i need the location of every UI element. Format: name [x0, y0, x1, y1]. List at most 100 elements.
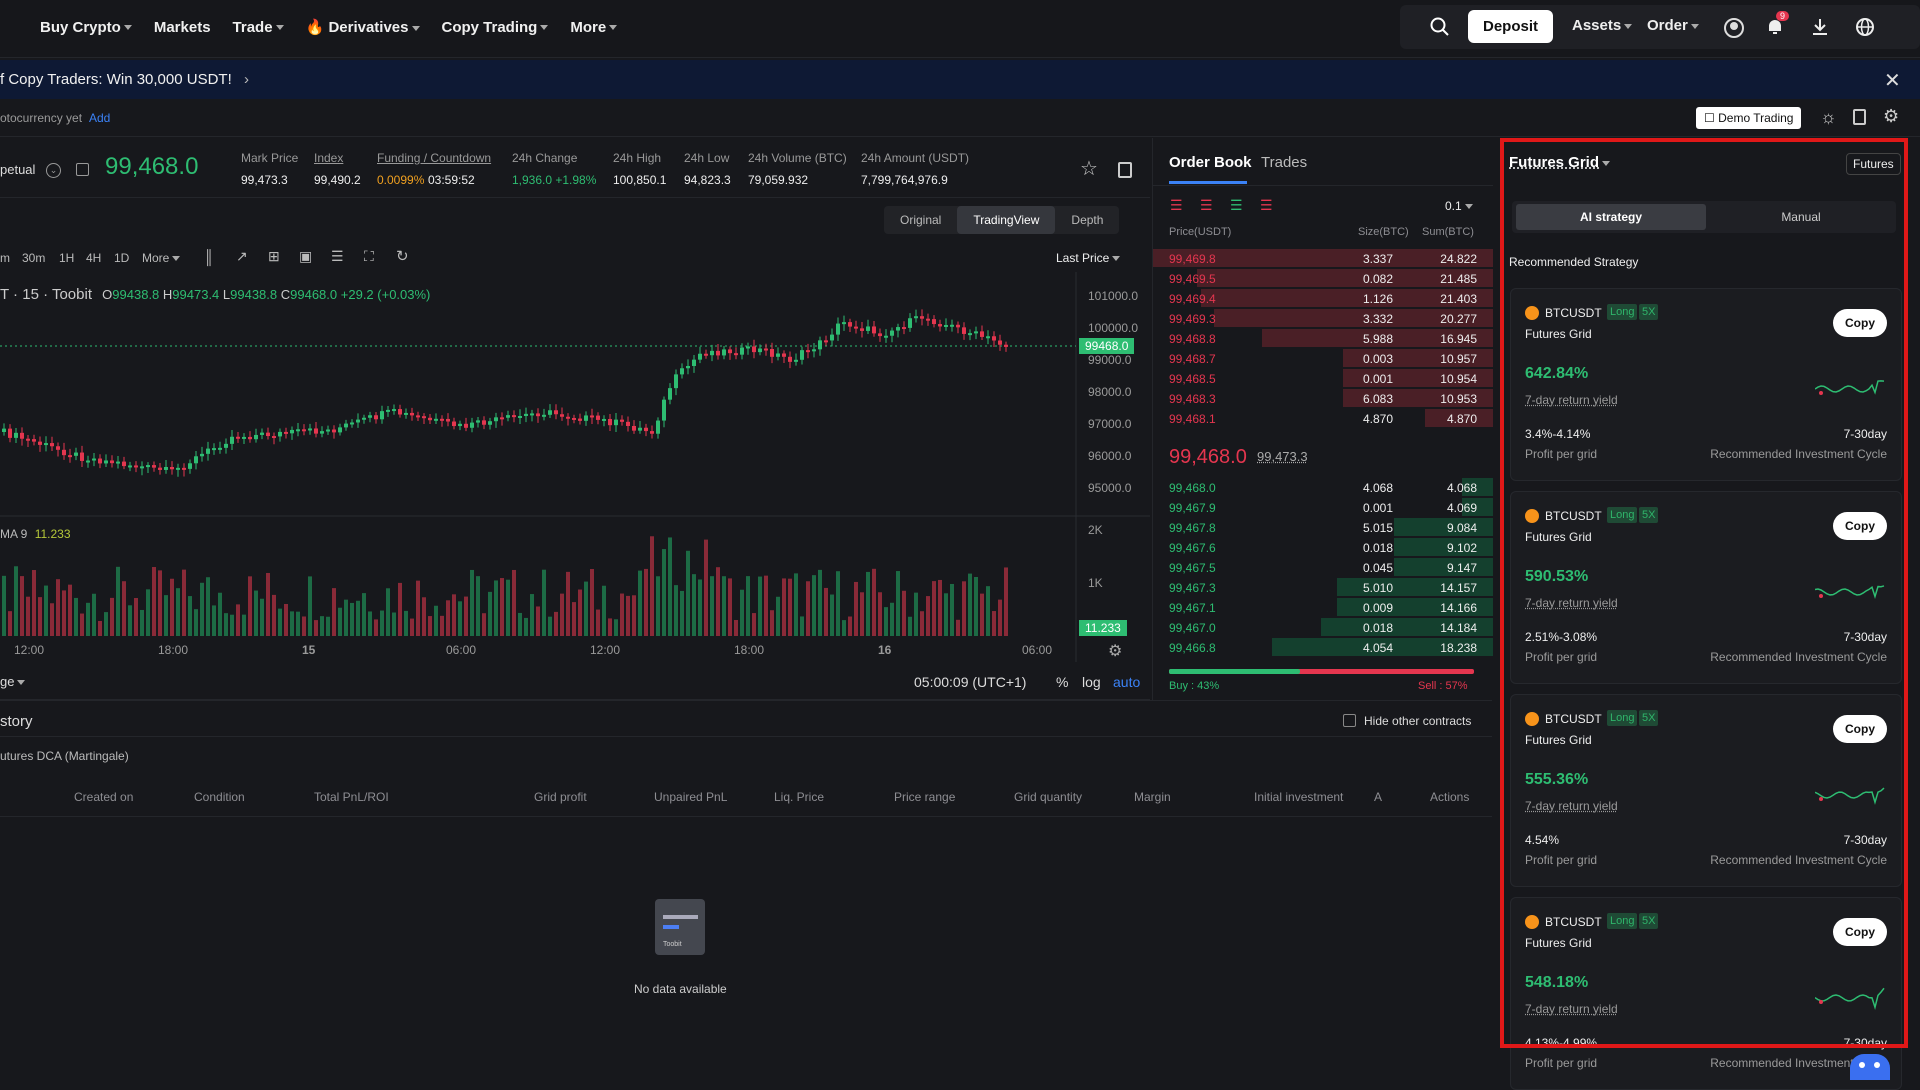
futures-grid-title[interactable]: Futures Grid [1509, 154, 1611, 171]
nav-trade[interactable]: Trade [233, 19, 284, 36]
add-favorite-link[interactable]: Add [89, 111, 110, 125]
return-yield-label[interactable]: 7-day return yield [1525, 799, 1618, 813]
futures-button[interactable]: Futures [1846, 153, 1901, 175]
ask-row[interactable]: 99,469.5 0.082 21.485 [1153, 268, 1493, 288]
demo-trading-button[interactable]: ☐ Demo Trading [1696, 107, 1802, 129]
refresh-icon[interactable]: ↻ [396, 247, 409, 265]
ask-row[interactable]: 99,468.7 0.003 10.957 [1153, 348, 1493, 368]
mid-mark-price[interactable]: 99,473.3 [1257, 449, 1308, 464]
info-icon[interactable] [76, 163, 89, 176]
ask-row[interactable]: 99,469.3 3.332 20.277 [1153, 308, 1493, 328]
percent-toggle[interactable]: % [1056, 674, 1068, 690]
tab-ai-strategy[interactable]: AI strategy [1516, 204, 1706, 230]
tab-original[interactable]: Original [884, 206, 957, 234]
promo-banner[interactable]: f Copy Traders: Win 30,000 USDT! › ✕ [0, 60, 1920, 99]
theme-icon[interactable]: ☼ [1820, 107, 1837, 128]
camera-icon[interactable]: ▣ [299, 248, 312, 265]
candlestick-chart[interactable]: 101000.0 100000.0 99000.0 98000.0 97000.0 960… [0, 272, 1150, 662]
star-icon[interactable]: ☆ [1080, 156, 1098, 181]
bid-row[interactable]: 99,467.0 0.018 14.184 [1153, 617, 1493, 637]
book-both-icon[interactable]: ☰ [1170, 197, 1183, 214]
book-asks-icon[interactable]: ☰ [1200, 197, 1213, 214]
deposit-button[interactable]: Deposit [1468, 10, 1554, 43]
symbol-name[interactable]: petual [0, 162, 35, 177]
funding-label[interactable]: Funding / Countdown [377, 151, 491, 165]
list-icon[interactable]: ☰ [331, 248, 344, 265]
interval-m[interactable]: m [0, 251, 10, 265]
return-yield-label[interactable]: 7-day return yield [1525, 393, 1618, 407]
globe-icon[interactable] [1855, 17, 1875, 37]
banner-text[interactable]: f Copy Traders: Win 30,000 USDT! › [0, 71, 249, 88]
search-icon[interactable] [1430, 17, 1450, 37]
close-icon[interactable]: ✕ [1884, 68, 1901, 93]
bid-row[interactable]: 99,468.0 4.068 4.068 [1153, 477, 1493, 497]
ask-row[interactable]: 99,468.3 6.083 10.953 [1153, 388, 1493, 408]
fullscreen-icon[interactable]: ⛶ [364, 248, 374, 265]
return-yield-label[interactable]: 7-day return yield [1525, 1002, 1618, 1016]
download-icon[interactable] [1811, 18, 1829, 36]
indicator-icon[interactable]: ↗ [236, 248, 248, 265]
interval-30m[interactable]: 30m [22, 251, 45, 265]
sub-tab-dca[interactable]: utures DCA (Martingale) [0, 749, 129, 763]
settings-icon[interactable]: ⚙ [1883, 106, 1899, 127]
candle-type-icon[interactable]: ║ [204, 249, 214, 265]
bid-row[interactable]: 99,467.8 5.015 9.084 [1153, 517, 1493, 537]
copy-button[interactable]: Copy [1833, 918, 1887, 946]
chart-settings-icon[interactable]: ⚙ [1108, 641, 1122, 661]
log-toggle[interactable]: log [1082, 674, 1101, 690]
bid-row[interactable]: 99,467.9 0.001 4.069 [1153, 497, 1493, 517]
bid-row[interactable]: 99,467.5 0.045 9.147 [1153, 557, 1493, 577]
copy-button[interactable]: Copy [1833, 512, 1887, 540]
nav-markets[interactable]: Markets [154, 19, 211, 36]
order-menu[interactable]: Order [1647, 17, 1699, 34]
bid-row[interactable]: 99,467.6 0.018 9.102 [1153, 537, 1493, 557]
ask-row[interactable]: 99,468.5 0.001 10.954 [1153, 368, 1493, 388]
tab-order-book[interactable]: Order Book [1169, 154, 1252, 171]
bid-row[interactable]: 99,467.3 5.010 14.157 [1153, 577, 1493, 597]
nav-copy-trading[interactable]: Copy Trading [442, 19, 549, 36]
interval-more[interactable]: More [142, 251, 181, 265]
ask-row[interactable]: 99,469.8 3.337 24.822 [1153, 248, 1493, 268]
hide-contracts-label[interactable]: Hide other contracts [1364, 714, 1471, 728]
strategy-card[interactable]: BTCUSDT Long 5X Futures Grid Copy 590.53% 7-da… [1510, 491, 1902, 684]
bell-icon[interactable]: 9 [1766, 11, 1790, 36]
book-bids-icon[interactable]: ☰ [1230, 197, 1243, 214]
nav-more[interactable]: More [570, 19, 618, 36]
copy-button[interactable]: Copy [1833, 715, 1887, 743]
nav-derivatives[interactable]: 🔥 Derivatives [306, 18, 420, 36]
book-depth-icon[interactable]: ☰ [1260, 197, 1273, 214]
bid-row[interactable]: 99,466.8 4.054 18.238 [1153, 637, 1493, 657]
tab-trades[interactable]: Trades [1261, 154, 1307, 171]
precision-select[interactable]: 0.1 [1445, 199, 1473, 213]
copy-button[interactable]: Copy [1833, 309, 1887, 337]
bid-row[interactable]: 99,467.1 0.009 14.166 [1153, 597, 1493, 617]
last-price-select[interactable]: Last Price [1056, 251, 1121, 265]
auto-toggle[interactable]: auto [1113, 674, 1140, 690]
strategy-card[interactable]: BTCUSDT Long 5X Futures Grid Copy 548.18% 7-da… [1510, 897, 1902, 1090]
strategy-card[interactable]: BTCUSDT Long 5X Futures Grid Copy 555.36% 7-da… [1510, 694, 1902, 887]
interval-4h[interactable]: 4H [86, 251, 101, 265]
ask-row[interactable]: 99,468.8 5.988 16.945 [1153, 328, 1493, 348]
layout-icon[interactable]: ⊞ [268, 248, 280, 265]
tab-tradingview[interactable]: TradingView [957, 206, 1056, 234]
index-label[interactable]: Index [314, 151, 343, 165]
ask-row[interactable]: 99,468.1 4.870 4.870 [1153, 408, 1493, 428]
interval-1h[interactable]: 1H [59, 251, 74, 265]
range-select[interactable]: ge [0, 674, 26, 689]
ask-row[interactable]: 99,469.4 1.126 21.403 [1153, 288, 1493, 308]
notes-icon[interactable] [1853, 109, 1866, 125]
symbol-dropdown-icon[interactable]: ⌄ [46, 163, 61, 178]
assets-menu[interactable]: Assets [1572, 17, 1633, 34]
hide-contracts-checkbox[interactable] [1343, 714, 1356, 727]
price-chart[interactable]: 101000.0 100000.0 99000.0 98000.0 97000.0 960… [0, 272, 1150, 662]
tab-manual[interactable]: Manual [1706, 204, 1896, 230]
strategy-card[interactable]: BTCUSDT Long 5X Futures Grid Copy 642.84% 7-da… [1510, 288, 1902, 481]
calculator-icon[interactable] [1118, 162, 1132, 178]
interval-1d[interactable]: 1D [114, 251, 129, 265]
tab-depth[interactable]: Depth [1055, 206, 1119, 234]
user-avatar-icon[interactable] [1724, 18, 1744, 38]
return-yield-label[interactable]: 7-day return yield [1525, 596, 1618, 610]
timezone-label[interactable]: 05:00:09 (UTC+1) [914, 674, 1026, 690]
nav-buy-crypto[interactable]: Buy Crypto [40, 19, 132, 36]
chatbot-icon[interactable] [1850, 1054, 1890, 1080]
